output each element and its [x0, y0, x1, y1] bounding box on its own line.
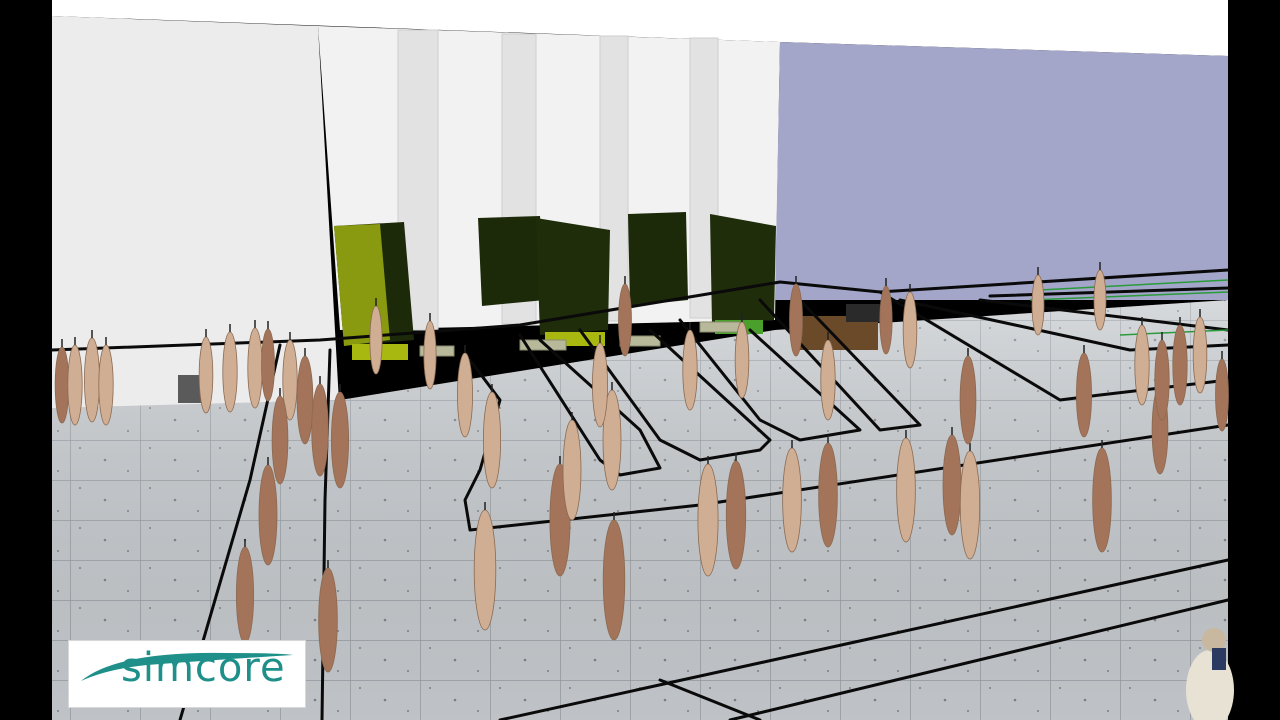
machine	[846, 304, 880, 322]
carcass	[1076, 352, 1092, 438]
carcass	[235, 546, 255, 644]
carcass	[592, 342, 608, 428]
carcass	[84, 337, 100, 423]
carcass	[820, 339, 836, 421]
carcass	[369, 305, 383, 375]
carcass	[258, 464, 278, 566]
simcore-logo: simcore	[68, 640, 306, 708]
carcass	[1215, 358, 1229, 432]
carcass	[1134, 324, 1150, 406]
carcass	[67, 344, 83, 426]
carcass	[959, 355, 977, 445]
logo-text: simcore	[121, 645, 286, 691]
carcass	[54, 346, 70, 424]
carcass	[562, 419, 582, 521]
carcass	[1172, 324, 1188, 406]
letterbox-left	[0, 0, 52, 720]
carcass	[602, 519, 626, 641]
machine	[178, 375, 202, 403]
carcass	[942, 434, 962, 536]
simulation-viewport	[0, 0, 1280, 720]
carcass	[330, 391, 350, 489]
carcass	[473, 509, 497, 631]
carcass	[296, 355, 314, 445]
carcass	[618, 283, 632, 357]
carcass	[818, 442, 838, 548]
carcass	[198, 336, 214, 414]
carcass	[1192, 316, 1208, 394]
letterbox-right	[1228, 0, 1280, 720]
carcass	[1092, 447, 1112, 553]
carcass	[1031, 274, 1045, 336]
carcass	[725, 460, 747, 570]
carcass	[697, 463, 719, 577]
carcass	[782, 447, 802, 553]
carcass	[222, 331, 238, 413]
carcass	[247, 327, 263, 409]
carcass	[902, 291, 918, 369]
carcass	[98, 344, 114, 426]
carcass	[1093, 269, 1107, 331]
carcass	[682, 329, 698, 411]
carcass	[261, 328, 275, 402]
carcass	[311, 383, 329, 477]
carcass	[423, 320, 437, 390]
back-wall-right	[775, 42, 1228, 300]
carcass	[271, 395, 289, 485]
carcass	[734, 321, 750, 399]
carcass	[879, 285, 893, 355]
carcass	[789, 283, 803, 357]
carcass	[482, 391, 502, 489]
carcass	[457, 352, 473, 438]
carcass	[1154, 339, 1170, 421]
carcass	[318, 567, 338, 673]
carcass	[959, 450, 981, 560]
carcass	[896, 437, 916, 543]
